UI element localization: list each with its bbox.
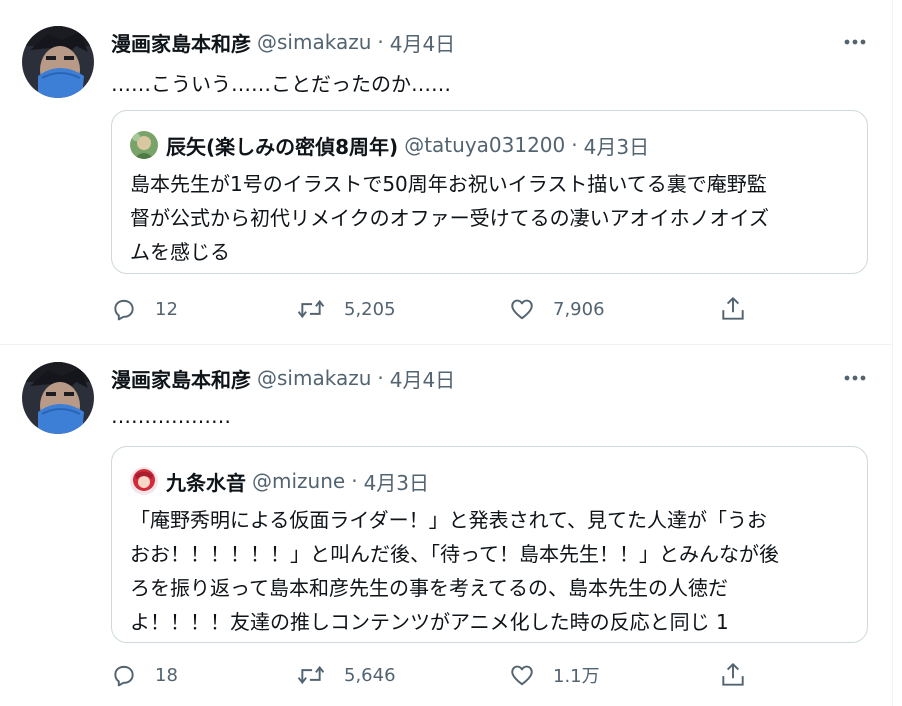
heart-icon [511,665,533,686]
like-button[interactable]: 1.1万 [509,662,600,688]
quoted-author-avatar [130,467,158,495]
timeline-right-border [892,0,893,706]
quoted-tweet-text: 「庵野秀明による仮面ライダー！」と発表されて、見てた人達が「うお おお！！！！！… [130,503,855,639]
quoted-author-name[interactable]: 九条水音 [166,467,246,496]
quoted-text-line: おお！！！！！！」と叫んだ後、「待って！島本先生！！」とみんなが後 [130,542,779,566]
author-handle[interactable]: @simakazu [257,30,371,54]
quoted-author-name[interactable]: 辰矢(楽しみの密偵8周年) [166,131,398,160]
share-icon [722,663,744,686]
quoted-tweet[interactable]: 辰矢(楽しみの密偵8周年) @tatuya031200 · 4月3日 島本先生が… [111,110,868,274]
separator-dot: · [377,30,384,54]
tweet-date[interactable]: 4月4日 [390,364,455,393]
retweet-count: 5,205 [344,298,396,320]
quoted-tweet-header: 辰矢(楽しみの密偵8周年) @tatuya031200 · 4月3日 [130,131,649,159]
more-options-button[interactable] [840,365,870,391]
quoted-tweet-text: 島本先生が1号のイラストで50周年お祝いイラスト描いてる裏で庵野監 督が公式から… [130,167,855,269]
author-name[interactable]: 漫画家島本和彦 [111,28,251,57]
author-avatar[interactable] [22,26,94,98]
reply-button[interactable]: 18 [111,662,178,688]
author-avatar[interactable] [22,362,94,434]
separator-dot: · [351,469,358,493]
reply-count: 12 [155,298,178,320]
quoted-text-line: 「庵野秀明による仮面ライダー！」と発表されて、見てた人達が「うお [130,508,767,532]
tweet-1[interactable]: 漫画家島本和彦 @simakazu · 4月4日 ……こういう……ことだったのか… [0,0,892,344]
more-icon [844,375,866,381]
quoted-text-line: ムを感じる [130,240,230,264]
more-options-button[interactable] [840,29,870,55]
like-count: 7,906 [553,298,605,320]
quoted-tweet-header: 九条水音 @mizune · 4月3日 [130,467,429,495]
like-count: 1.1万 [553,666,600,687]
tweet-header: 漫画家島本和彦 @simakazu · 4月4日 [111,364,455,393]
quoted-text-line: ろを振り返って島本和彦先生の事を考えてるの、島本先生の人徳だ [130,576,728,600]
reply-icon [114,665,134,687]
more-icon [844,39,866,45]
quoted-tweet-date[interactable]: 4月3日 [364,467,429,496]
quoted-tweet-date[interactable]: 4月3日 [584,131,649,160]
retweet-count: 5,646 [344,664,396,686]
retweet-icon [297,665,325,685]
share-button[interactable] [720,295,746,323]
like-button[interactable]: 7,906 [509,296,605,322]
retweet-button[interactable]: 5,205 [296,296,396,322]
separator-dot: · [377,366,384,390]
tweet-text: ……こういう……ことだったのか…… [111,72,451,96]
tweet-date[interactable]: 4月4日 [390,28,455,57]
share-icon [722,297,744,320]
reply-count: 18 [155,664,178,686]
reply-button[interactable]: 12 [111,296,178,322]
author-name[interactable]: 漫画家島本和彦 [111,364,251,393]
heart-icon [511,299,533,320]
tweet-2[interactable]: 漫画家島本和彦 @simakazu · 4月4日 ……………… 九条水音 @mi… [0,345,892,706]
tweet-header: 漫画家島本和彦 @simakazu · 4月4日 [111,28,455,57]
quoted-author-handle[interactable]: @tatuya031200 [404,133,565,157]
quoted-text-line: よ！！！！友達の推しコンテンツがアニメ化した時の反応と同じ 1 [130,610,729,634]
tweet-text: ……………… [111,404,231,428]
reply-icon [114,299,134,321]
quoted-author-avatar [130,131,158,159]
quoted-tweet[interactable]: 九条水音 @mizune · 4月3日 「庵野秀明による仮面ライダー！」と発表さ… [111,446,868,643]
retweet-button[interactable]: 5,646 [296,662,396,688]
quoted-text-line: 島本先生が1号のイラストで50周年お祝いイラスト描いてる裏で庵野監 [130,172,767,196]
separator-dot: · [571,133,578,157]
author-handle[interactable]: @simakazu [257,366,371,390]
quoted-author-handle[interactable]: @mizune [252,469,345,493]
retweet-icon [297,299,325,319]
share-button[interactable] [720,661,746,689]
quoted-text-line: 督が公式から初代リメイクのオファー受けてるの凄いアオイホノオイズ [130,206,769,230]
